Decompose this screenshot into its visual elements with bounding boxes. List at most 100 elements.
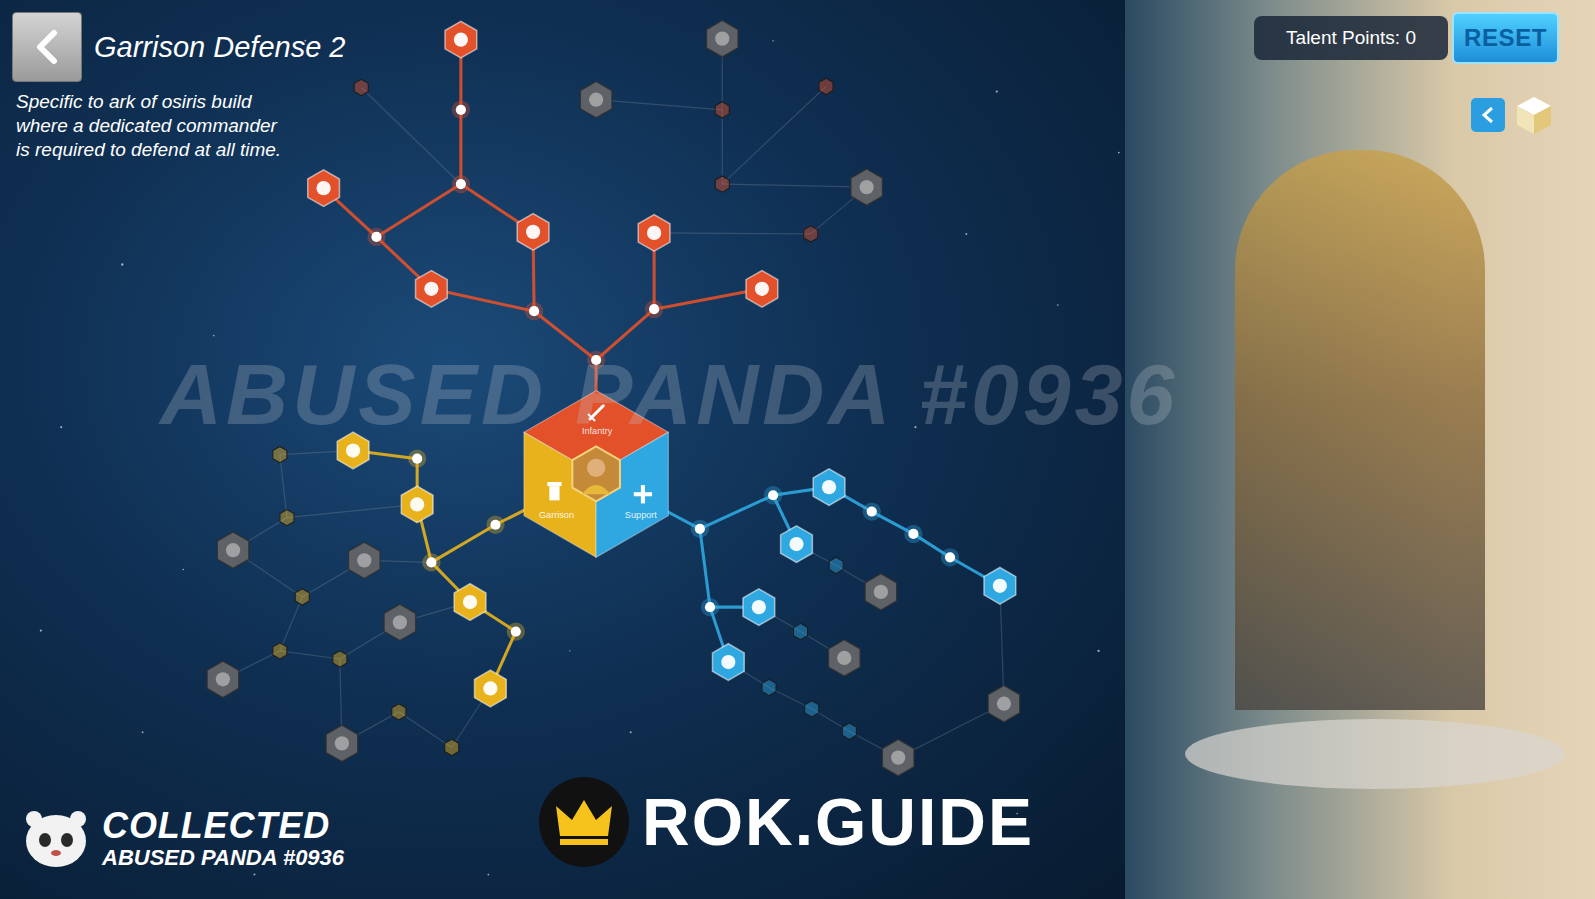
chevron-left-icon	[1481, 106, 1495, 124]
talent-node[interactable]	[691, 520, 709, 538]
talent-icon	[454, 33, 468, 47]
talent-node[interactable]	[348, 542, 380, 579]
star	[253, 874, 255, 876]
talent-node[interactable]	[475, 670, 507, 707]
talent-node[interactable]	[706, 20, 738, 57]
garrison-label: Garrison	[539, 510, 574, 520]
talent-link	[287, 504, 417, 517]
talent-node[interactable]	[794, 623, 808, 639]
star	[965, 233, 967, 235]
talent-node[interactable]	[851, 169, 883, 206]
talent-node[interactable]	[941, 548, 959, 566]
talent-node[interactable]	[367, 228, 385, 246]
talent-node[interactable]	[865, 574, 897, 611]
talent-node[interactable]	[701, 598, 719, 616]
star	[1057, 304, 1059, 306]
talent-node[interactable]	[638, 215, 670, 252]
talent-node[interactable]	[384, 604, 416, 641]
talent-node[interactable]	[781, 526, 813, 563]
description-line: where a dedicated commander	[16, 114, 345, 138]
collector-badge: COLLECTEDABUSED PANDA #0936	[22, 807, 344, 871]
cube-icon[interactable]	[1513, 94, 1555, 136]
talent-node[interactable]	[217, 532, 249, 569]
talent-node[interactable]	[507, 622, 525, 640]
talent-node[interactable]	[984, 567, 1016, 604]
talent-node[interactable]	[280, 510, 294, 526]
talent-node[interactable]	[587, 351, 605, 369]
talent-node[interactable]	[712, 644, 744, 681]
star	[569, 650, 570, 651]
talent-node[interactable]	[804, 226, 818, 242]
talent-node[interactable]	[207, 661, 239, 698]
talent-node[interactable]	[715, 176, 729, 192]
talent-icon	[997, 697, 1011, 711]
talent-node[interactable]	[525, 302, 543, 320]
talent-node[interactable]	[295, 589, 309, 605]
talent-node[interactable]	[746, 271, 778, 308]
panda-icon	[22, 807, 90, 871]
talent-node[interactable]	[273, 446, 287, 462]
talent-node[interactable]	[392, 704, 406, 720]
talent-node[interactable]	[326, 725, 358, 762]
talent-node[interactable]	[452, 101, 470, 119]
talent-link	[700, 495, 773, 529]
talent-node[interactable]	[408, 450, 426, 468]
talent-node[interactable]	[401, 486, 433, 523]
talent-node[interactable]	[904, 525, 922, 543]
talent-node[interactable]	[805, 701, 819, 717]
talent-icon	[891, 751, 905, 765]
talent-node[interactable]	[445, 739, 459, 755]
star	[142, 731, 144, 733]
talent-icon	[752, 600, 766, 614]
talent-node[interactable]	[486, 516, 504, 534]
talent-node[interactable]	[988, 685, 1020, 722]
talent-icon	[335, 736, 349, 750]
talent-icon	[526, 225, 540, 239]
talent-node[interactable]	[645, 300, 663, 318]
talent-node[interactable]	[445, 21, 477, 58]
talent-node[interactable]	[308, 170, 340, 207]
talent-icon	[874, 585, 888, 599]
back-arrow-icon	[32, 29, 62, 65]
talent-node[interactable]	[416, 271, 448, 308]
plus-icon	[634, 485, 652, 503]
talent-node[interactable]	[882, 739, 914, 776]
talent-node[interactable]	[580, 81, 612, 118]
talent-node[interactable]	[828, 640, 860, 677]
header: Garrison Defense 2Specific to ark of osi…	[12, 12, 345, 162]
talent-node[interactable]	[715, 102, 729, 118]
talent-node[interactable]	[452, 175, 470, 193]
talent-node[interactable]	[422, 553, 440, 571]
talent-node[interactable]	[333, 651, 347, 667]
talent-node[interactable]	[517, 214, 549, 251]
watermark: ABUSED PANDA #0936	[160, 330, 1178, 459]
talent-icon	[755, 282, 769, 296]
star	[487, 874, 489, 876]
talent-node[interactable]	[337, 432, 369, 469]
talent-icon	[410, 497, 424, 511]
talent-node[interactable]	[764, 486, 782, 504]
talent-link	[280, 455, 287, 518]
talent-node[interactable]	[813, 469, 845, 506]
talent-node[interactable]	[273, 643, 287, 659]
commander-hub[interactable]: InfantryGarrisonSupport	[524, 391, 668, 558]
reset-button[interactable]: RESET	[1452, 12, 1559, 64]
talent-icon	[647, 226, 661, 240]
talent-icon	[424, 282, 438, 296]
talent-link	[361, 87, 461, 184]
talent-node[interactable]	[354, 79, 368, 95]
talent-node[interactable]	[454, 584, 486, 621]
commander-portrait	[1125, 0, 1595, 899]
talent-link	[459, 110, 462, 184]
back-button[interactable]	[12, 12, 82, 82]
star	[60, 426, 62, 428]
talent-node[interactable]	[819, 78, 833, 94]
talent-node[interactable]	[762, 679, 776, 695]
talent-icon	[860, 180, 874, 194]
star	[40, 629, 42, 631]
talent-node[interactable]	[743, 589, 775, 626]
talent-node[interactable]	[829, 557, 843, 573]
talent-node[interactable]	[863, 502, 881, 520]
collapse-button[interactable]	[1471, 98, 1505, 132]
talent-node[interactable]	[842, 723, 856, 739]
